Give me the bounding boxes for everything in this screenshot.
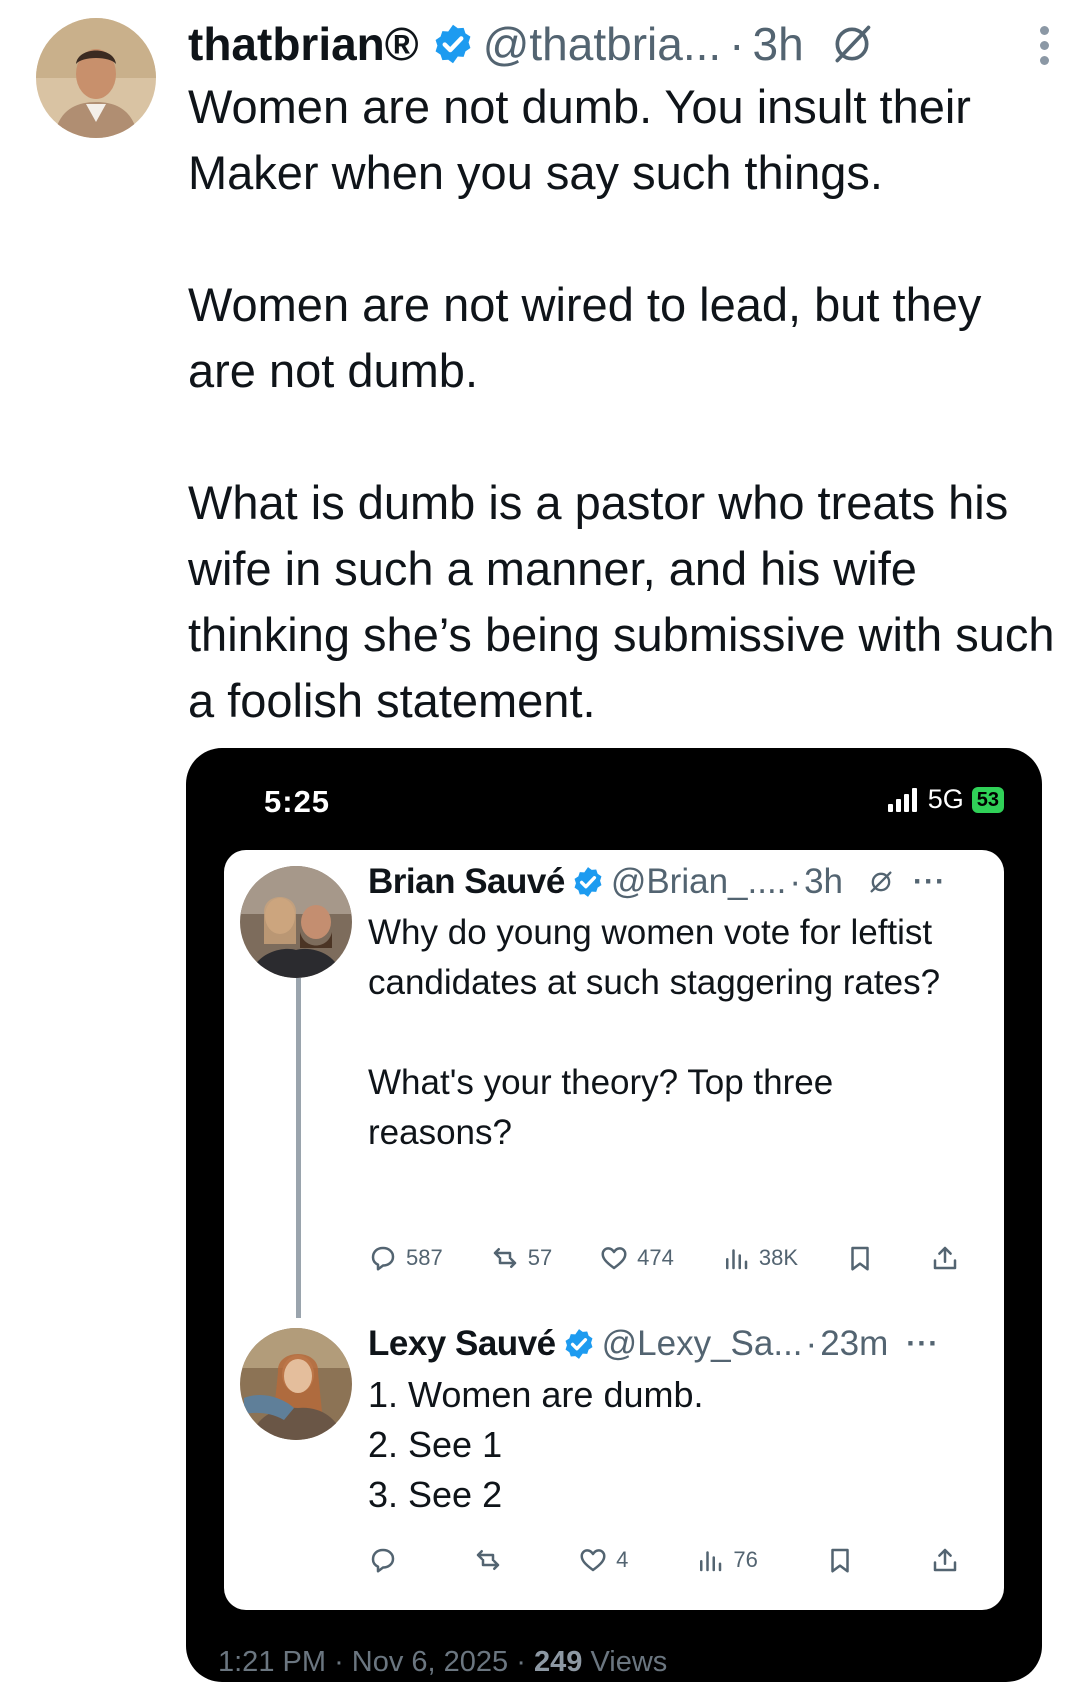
reply-icon: [371, 1246, 395, 1271]
thread-line: [296, 978, 301, 1318]
views-icon: [700, 1551, 722, 1572]
verified-badge-icon: [565, 1329, 593, 1359]
views-count: 38K: [758, 1245, 799, 1270]
views-label: Views: [590, 1646, 668, 1678]
avatar: [240, 866, 352, 978]
views-count: 76: [733, 1547, 758, 1572]
status-indicators: 5G 53: [887, 784, 1004, 815]
status-time: 5:25: [264, 784, 331, 819]
action-bar: 4 76: [368, 1540, 968, 1580]
avatar[interactable]: [36, 18, 156, 138]
separator-dot: ·: [516, 1646, 526, 1678]
repost-button: 57: [490, 1243, 552, 1273]
tweet-meta: 1:21 PM · Nov 6, 2025 · 249 Views: [218, 1646, 667, 1679]
post-date: Nov 6, 2025: [351, 1646, 509, 1678]
repost-button: [473, 1545, 511, 1575]
reply-count: 587: [406, 1245, 443, 1270]
post-time: 1:21 PM: [218, 1646, 326, 1678]
reply-icon: [371, 1548, 395, 1573]
battery-icon: 53: [971, 786, 1004, 813]
tweet-paragraph: Women are not wired to lead, but they ar…: [188, 278, 982, 397]
username-handle: @Lexy_Sa...: [601, 1324, 803, 1363]
more-horizontal-icon: ···: [906, 1327, 940, 1360]
heart-icon: [580, 1549, 606, 1572]
heart-icon: [601, 1247, 627, 1270]
separator-dot: ·: [789, 862, 802, 901]
username-handle[interactable]: @thatbria...: [483, 17, 721, 71]
attached-screenshot[interactable]: 5:25 5G 53 Brian Sauvé @Brian_.... · 3h …: [186, 748, 1042, 1682]
like-count: 474: [637, 1245, 674, 1270]
grok-icon: [870, 871, 892, 893]
separator-dot: ·: [805, 1324, 818, 1363]
avatar: [240, 1328, 352, 1440]
reply-button: 587: [368, 1243, 443, 1273]
bookmark-button: [825, 1545, 863, 1575]
like-button: 4: [578, 1545, 628, 1575]
grok-icon[interactable]: [830, 22, 874, 66]
tweet-paragraph: Why do young women vote for leftist cand…: [368, 913, 941, 1002]
repost-icon: [493, 1248, 516, 1268]
share-button: [930, 1545, 968, 1575]
share-button: [930, 1243, 968, 1273]
display-name: Lexy Sauvé: [368, 1324, 556, 1363]
reply-button: [368, 1545, 406, 1575]
action-bar: 587 57 474 38K: [368, 1238, 968, 1278]
like-count: 4: [616, 1547, 629, 1572]
tweet-text: Why do young women vote for leftist cand…: [368, 908, 978, 1158]
network-label: 5G: [927, 784, 964, 814]
tweet-text: 1. Women are dumb. 2. See 1 3. See 2: [368, 1370, 978, 1520]
display-name: Brian Sauvé: [368, 862, 565, 901]
repost-count: 57: [527, 1245, 553, 1270]
list-item: 1. Women are dumb.: [368, 1374, 704, 1415]
tweet-header: Brian Sauvé @Brian_.... · 3h ···: [368, 858, 946, 906]
tweet-paragraph: Women are not dumb. You insult their Mak…: [188, 80, 971, 199]
tweet-header: thatbrian® @thatbria... · 3h: [188, 10, 1068, 78]
bookmark-icon: [831, 1548, 849, 1573]
tweet-text: Women are not dumb. You insult their Mak…: [188, 74, 1058, 734]
timestamp[interactable]: 3h: [752, 17, 803, 71]
username-handle: @Brian_....: [610, 862, 787, 901]
views-total: 249: [533, 1646, 583, 1678]
share-icon: [933, 1246, 957, 1270]
verified-badge-icon: [574, 867, 602, 897]
repost-icon: [476, 1550, 500, 1570]
timestamp: 3h: [804, 862, 844, 901]
tweet-paragraph: What is dumb is a pastor who treats his …: [188, 476, 1055, 727]
tweet-paragraph: What's your theory? Top three reasons?: [368, 1063, 834, 1152]
more-horizontal-icon: ···: [913, 865, 946, 898]
bookmark-button: [845, 1243, 883, 1273]
timestamp: 23m: [820, 1324, 889, 1363]
views-button: 76: [695, 1545, 758, 1575]
separator-dot: ·: [334, 1646, 344, 1678]
screenshot-card: Brian Sauvé @Brian_.... · 3h ··· Why do …: [224, 850, 1004, 1610]
share-icon: [933, 1548, 957, 1572]
views-button: 38K: [721, 1243, 798, 1273]
separator-dot: ·: [729, 18, 745, 70]
list-item: 2. See 1: [368, 1424, 503, 1465]
bookmark-icon: [851, 1246, 869, 1271]
tweet-header: Lexy Sauvé @Lexy_Sa... · 23m ···: [368, 1320, 939, 1368]
views-icon: [725, 1249, 748, 1270]
signal-icon: [887, 787, 920, 812]
like-button: 474: [599, 1243, 674, 1273]
list-item: 3. See 2: [368, 1474, 503, 1515]
more-vertical-icon[interactable]: [1036, 26, 1052, 70]
verified-badge-icon: [435, 24, 471, 64]
display-name[interactable]: thatbrian®: [188, 17, 419, 71]
